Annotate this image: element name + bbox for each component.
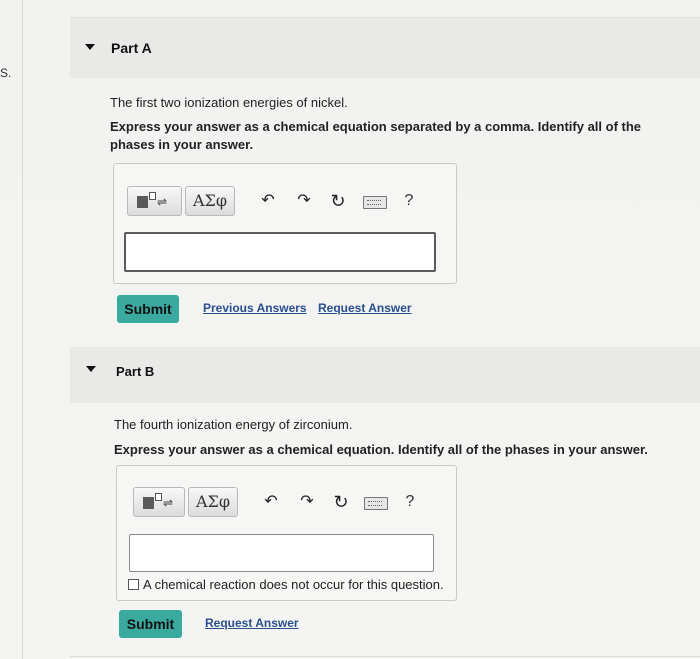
keyboard-icon[interactable] — [363, 196, 387, 209]
help-icon[interactable]: ? — [397, 186, 421, 216]
redo-icon[interactable]: ↷ — [292, 186, 316, 216]
bottom-divider — [70, 656, 700, 657]
part-b-title: Part B — [116, 364, 155, 379]
part-b-answer-box: ⇌ ΑΣφ ↶ ↷ ↻ ? A chemical reaction does n… — [116, 465, 457, 601]
template-icon — [137, 196, 148, 208]
part-a-instruction-line2: phases in your answer. — [110, 137, 254, 152]
part-b-answer-input[interactable] — [129, 534, 434, 572]
help-icon[interactable]: ? — [398, 487, 422, 517]
superscript-box — [149, 192, 156, 200]
arrows-icon: ⇌ — [163, 496, 174, 510]
part-a-submit-button[interactable]: Submit — [117, 295, 179, 323]
part-a-title: Part A — [111, 40, 152, 56]
part-b-header[interactable]: Part B — [70, 347, 700, 403]
part-b-submit-button[interactable]: Submit — [119, 610, 182, 638]
part-a-header[interactable]: Part A — [70, 18, 700, 78]
part-b-instruction: Express your answer as a chemical equati… — [114, 442, 648, 457]
part-b-request-answer-link[interactable]: Request Answer — [205, 616, 299, 630]
template-button[interactable]: ⇌ — [127, 186, 182, 216]
caret-down-icon[interactable] — [85, 44, 95, 50]
template-icon — [143, 497, 154, 509]
edge-text: S. — [0, 66, 12, 80]
assignment-page: S. Part A The first two ionization energ… — [0, 0, 700, 659]
redo-icon[interactable]: ↷ — [295, 487, 319, 517]
previous-answers-link[interactable]: Previous Answers — [203, 301, 307, 315]
reset-icon[interactable]: ↻ — [329, 487, 353, 517]
part-a-instruction: Express your answer as a chemical equati… — [110, 118, 690, 154]
arrows-icon: ⇌ — [157, 195, 168, 209]
keyboard-icon[interactable] — [364, 497, 388, 510]
greek-symbols-button[interactable]: ΑΣφ — [188, 487, 238, 517]
part-b-toolbar: ⇌ ΑΣφ ↶ ↷ ↻ ? — [133, 487, 448, 517]
undo-icon[interactable]: ↶ — [256, 186, 280, 216]
part-a-answer-box: ⇌ ΑΣφ ↶ ↷ ↻ ? — [113, 163, 457, 284]
template-button[interactable]: ⇌ — [133, 487, 185, 517]
part-a-request-answer-link[interactable]: Request Answer — [318, 301, 412, 315]
greek-symbols-button[interactable]: ΑΣφ — [185, 186, 235, 216]
undo-icon[interactable]: ↶ — [259, 487, 283, 517]
reset-icon[interactable]: ↻ — [326, 186, 350, 216]
part-a-prompt: The first two ionization energies of nic… — [110, 95, 348, 110]
part-b-prompt: The fourth ionization energy of zirconiu… — [114, 417, 353, 432]
superscript-box — [155, 493, 162, 501]
sidebar-divider — [22, 0, 23, 659]
no-reaction-checkbox[interactable] — [128, 579, 139, 590]
part-a-instruction-line1: Express your answer as a chemical equati… — [110, 119, 642, 134]
no-reaction-label[interactable]: A chemical reaction does not occur for t… — [143, 577, 444, 592]
part-a-answer-input[interactable] — [124, 232, 436, 272]
part-a-toolbar: ⇌ ΑΣφ ↶ ↷ ↻ ? — [127, 186, 447, 216]
caret-down-icon[interactable] — [86, 366, 96, 372]
